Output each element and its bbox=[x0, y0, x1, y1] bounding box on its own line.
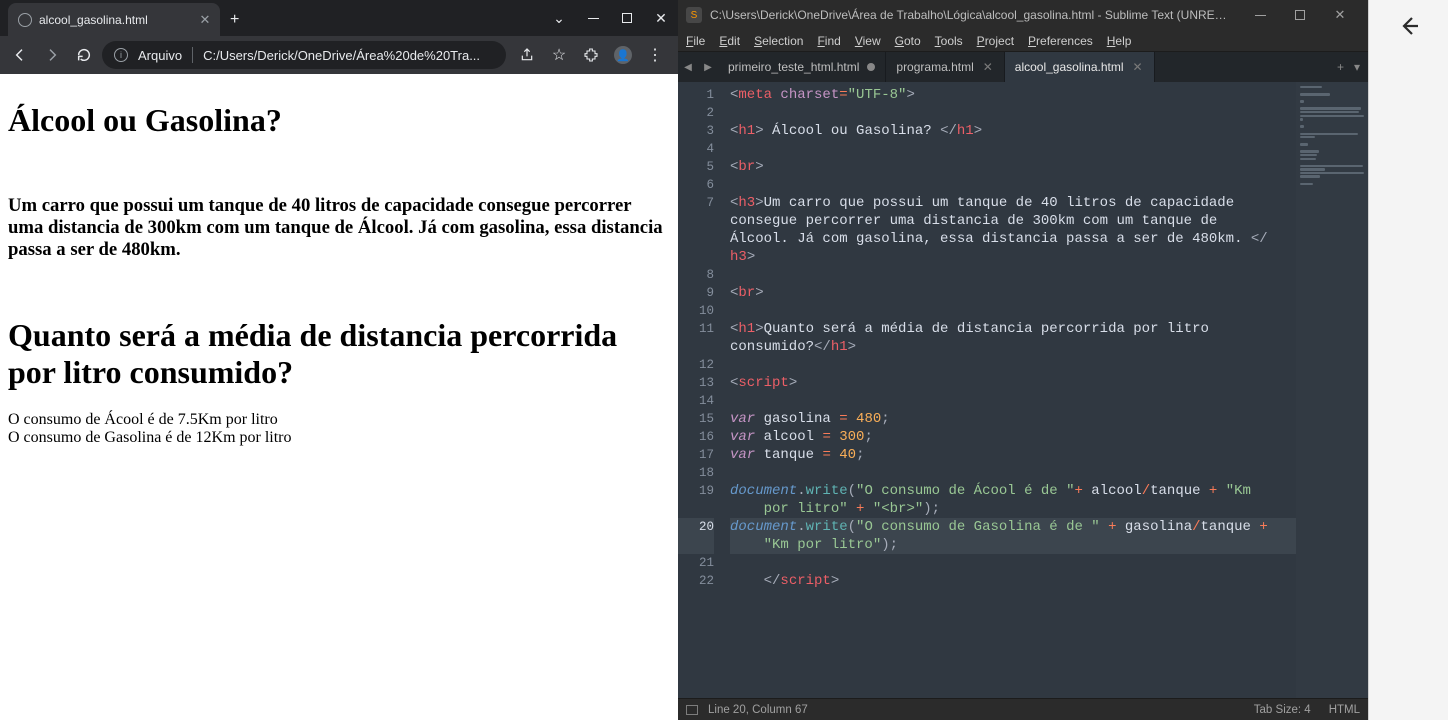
menu-item-help[interactable]: Help bbox=[1107, 34, 1132, 48]
chrome-window: alcool_gasolina.html ✕ + ⌄ ✕ i Arquivo C… bbox=[0, 0, 678, 720]
new-tab-button[interactable]: + bbox=[220, 4, 249, 36]
browser-tab[interactable]: alcool_gasolina.html ✕ bbox=[8, 3, 220, 36]
minimize-button[interactable] bbox=[1240, 0, 1280, 30]
sublime-window-title: C:\Users\Derick\OneDrive\Área de Trabalh… bbox=[710, 8, 1232, 22]
url-scheme-label: Arquivo bbox=[138, 48, 182, 63]
tab-nav-left-icon[interactable]: ◀ bbox=[678, 52, 698, 82]
page-heading-1: Álcool ou Gasolina? bbox=[8, 102, 670, 139]
chrome-toolbar: i Arquivo C:/Users/Derick/OneDrive/Área%… bbox=[0, 36, 678, 74]
menu-item-file[interactable]: File bbox=[686, 34, 705, 48]
tab-nav-right-icon[interactable]: ▶ bbox=[698, 52, 718, 82]
code-area[interactable]: <meta charset="UTF-8"><h1> Álcool ou Gas… bbox=[722, 82, 1296, 698]
chrome-window-controls: ⌄ ✕ bbox=[542, 0, 678, 36]
chrome-titlebar: alcool_gasolina.html ✕ + ⌄ ✕ bbox=[0, 0, 678, 36]
close-tab-icon[interactable]: ✕ bbox=[1132, 60, 1144, 74]
address-bar[interactable]: i Arquivo C:/Users/Derick/OneDrive/Área%… bbox=[102, 41, 506, 69]
chevron-down-icon[interactable]: ⌄ bbox=[542, 0, 576, 36]
indent-setting[interactable]: Tab Size: 4 bbox=[1254, 704, 1311, 716]
forward-button[interactable] bbox=[38, 41, 66, 69]
editor-tab[interactable]: primeiro_teste_html.html bbox=[718, 52, 886, 82]
syntax-setting[interactable]: HTML bbox=[1329, 704, 1360, 716]
minimize-button[interactable] bbox=[576, 0, 610, 36]
menu-item-find[interactable]: Find bbox=[817, 34, 840, 48]
maximize-button[interactable] bbox=[610, 0, 644, 36]
status-bar: Line 20, Column 67 Tab Size: 4 HTML bbox=[678, 698, 1368, 720]
profile-avatar[interactable]: 👤 bbox=[608, 41, 638, 69]
editor-tab[interactable]: programa.html ✕ bbox=[886, 52, 1004, 82]
close-window-button[interactable]: ✕ bbox=[644, 0, 678, 36]
extensions-icon[interactable] bbox=[576, 41, 606, 69]
info-icon: i bbox=[114, 48, 128, 62]
maximize-button[interactable] bbox=[1280, 0, 1320, 30]
sublime-menubar: File Edit Selection Find View Goto Tools Projec… bbox=[678, 30, 1368, 52]
tab-label: programa.html bbox=[896, 60, 973, 74]
tab-label: primeiro_teste_html.html bbox=[728, 60, 859, 74]
menu-item-goto[interactable]: Goto bbox=[895, 34, 921, 48]
url-text: C:/Users/Derick/OneDrive/Área%20de%20Tra… bbox=[203, 48, 494, 63]
close-tab-icon[interactable]: ✕ bbox=[982, 60, 994, 74]
output-line-1: O consumo de Ácool é de 7.5Km por litro bbox=[8, 411, 670, 429]
separator bbox=[192, 47, 193, 63]
menu-item-preferences[interactable]: Preferences bbox=[1028, 34, 1093, 48]
sublime-window: S C:\Users\Derick\OneDrive\Área de Traba… bbox=[678, 0, 1368, 720]
bookmark-icon[interactable]: ☆ bbox=[544, 41, 574, 69]
tab-dropdown-icon[interactable]: ▾ bbox=[1354, 60, 1360, 74]
editor-tab[interactable]: alcool_gasolina.html ✕ bbox=[1005, 52, 1155, 82]
menu-item-project[interactable]: Project bbox=[977, 34, 1014, 48]
menu-icon[interactable]: ⋮ bbox=[640, 41, 670, 69]
menu-item-view[interactable]: View bbox=[855, 34, 881, 48]
menu-item-selection[interactable]: Selection bbox=[754, 34, 803, 48]
new-file-icon[interactable]: + bbox=[1337, 60, 1344, 74]
sublime-app-icon: S bbox=[686, 7, 702, 23]
output-line-2: O consumo de Gasolina é de 12Km por litr… bbox=[8, 429, 670, 447]
close-tab-icon[interactable]: ✕ bbox=[198, 12, 212, 28]
page-content: Álcool ou Gasolina? Um carro que possui … bbox=[0, 74, 678, 720]
code-editor[interactable]: 12345678910111213141516171819202122 <met… bbox=[678, 82, 1368, 698]
share-icon[interactable] bbox=[512, 41, 542, 69]
minimap[interactable] bbox=[1296, 82, 1368, 698]
reload-button[interactable] bbox=[70, 41, 98, 69]
back-button[interactable] bbox=[6, 41, 34, 69]
menu-item-edit[interactable]: Edit bbox=[719, 34, 740, 48]
globe-icon bbox=[18, 13, 32, 27]
tab-title: alcool_gasolina.html bbox=[39, 13, 191, 27]
editor-tabs: ◀ ▶ primeiro_teste_html.html programa.htm… bbox=[678, 52, 1368, 82]
panel-toggle-icon[interactable] bbox=[686, 705, 698, 715]
dirty-indicator-icon[interactable] bbox=[867, 63, 875, 71]
back-arrow-icon[interactable] bbox=[1397, 14, 1421, 38]
tab-label: alcool_gasolina.html bbox=[1015, 60, 1124, 74]
page-subheading: Um carro que possui um tanque de 40 litr… bbox=[8, 195, 670, 261]
page-heading-2: Quanto será a média de distancia percorr… bbox=[8, 317, 670, 391]
sublime-titlebar: S C:\Users\Derick\OneDrive\Área de Traba… bbox=[678, 0, 1368, 30]
cursor-position: Line 20, Column 67 bbox=[708, 704, 808, 716]
close-window-button[interactable]: ✕ bbox=[1320, 0, 1360, 30]
side-panel bbox=[1368, 0, 1448, 720]
menu-item-tools[interactable]: Tools bbox=[935, 34, 963, 48]
line-number-gutter: 12345678910111213141516171819202122 bbox=[678, 82, 722, 698]
